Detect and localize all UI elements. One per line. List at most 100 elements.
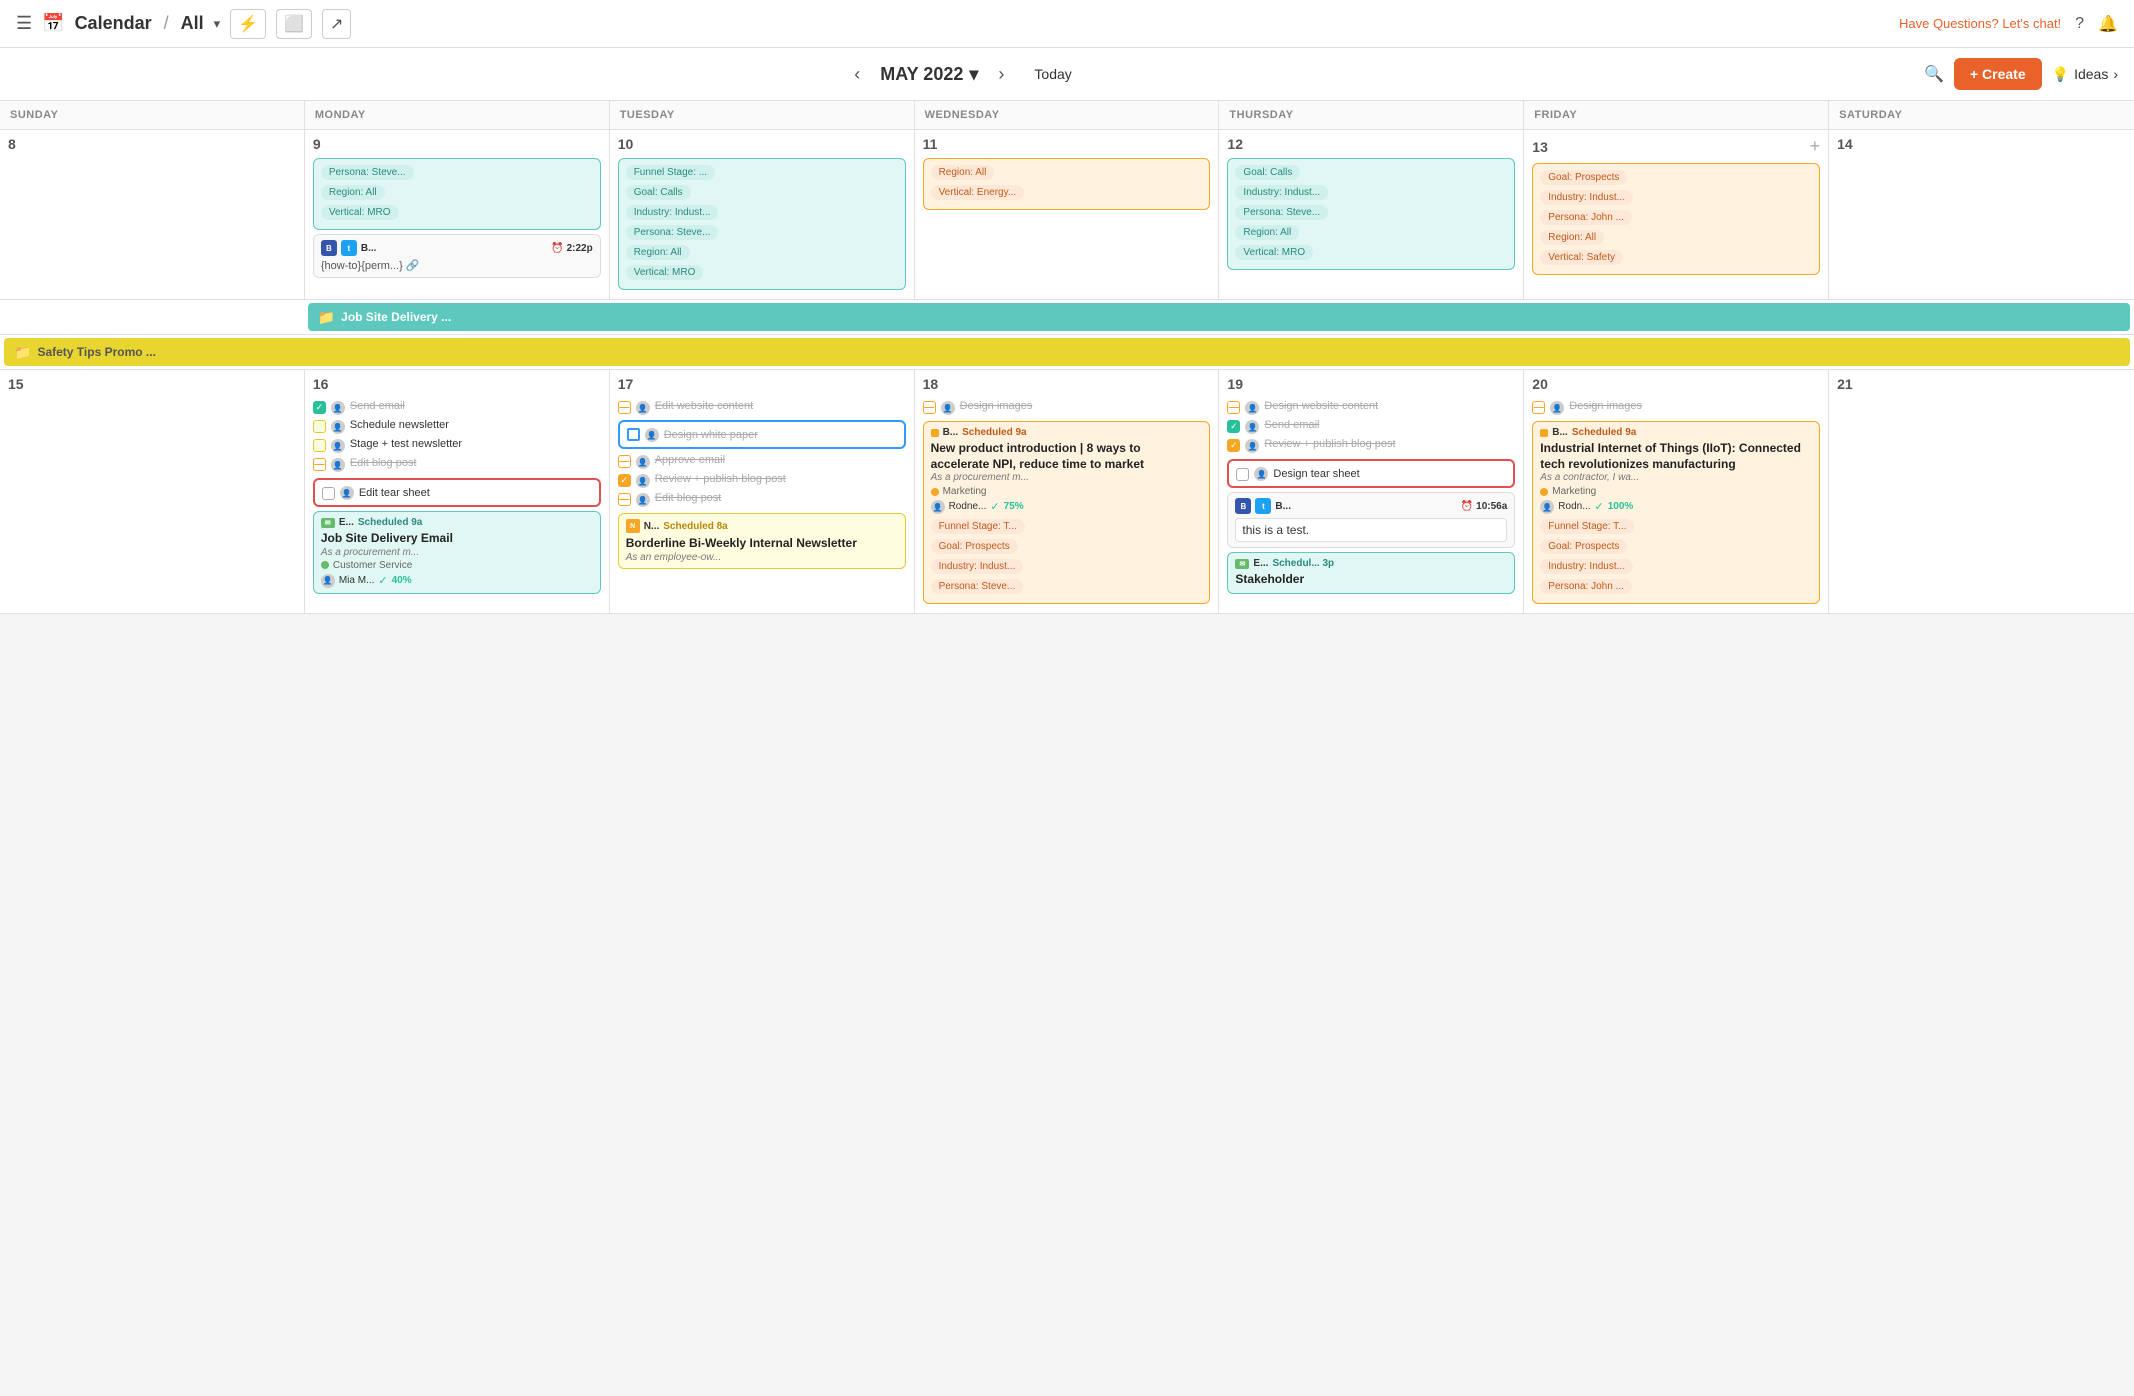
tag-vertical: Vertical: MRO bbox=[321, 205, 399, 220]
task-review-publish-1[interactable]: ✓ 👤 Review + publish blog post bbox=[618, 471, 906, 490]
day-19: 19 — 👤 Design website content ✓ 👤 Send e… bbox=[1219, 370, 1524, 613]
tag-region: Region: All bbox=[321, 185, 385, 200]
avatar-4: 👤 bbox=[636, 474, 650, 488]
task-review-publish-thu[interactable]: ✓ 👤 Review + publish blog post bbox=[1227, 436, 1515, 455]
design-white-paper-card[interactable]: 👤 Design white paper bbox=[618, 420, 906, 449]
checkbox-minus-mon[interactable]: — bbox=[313, 458, 326, 471]
mon-tag-card[interactable]: Persona: Steve... Region: All Vertical: … bbox=[313, 158, 601, 230]
task-schedule-newsletter[interactable]: 👤 Schedule newsletter bbox=[313, 417, 601, 436]
task-approve-email[interactable]: — 👤 Approve email bbox=[618, 452, 906, 471]
checkbox-minus-2[interactable]: — bbox=[618, 455, 631, 468]
cal-toolbar-center: ‹ MAY 2022 ▾ › Today bbox=[16, 62, 1912, 87]
day-11: 11 Region: All Vertical: Energy... bbox=[915, 130, 1220, 299]
checkbox-minus-1[interactable]: — bbox=[618, 401, 631, 414]
checkbox-orange-thu[interactable]: ✓ bbox=[1227, 439, 1240, 452]
tag-goal: Goal: Prospects bbox=[1540, 170, 1627, 185]
task-edit-website[interactable]: — 👤 Edit website content bbox=[618, 398, 906, 417]
header-saturday: SATURDAY bbox=[1829, 101, 2134, 129]
checkbox-minus-thu-1[interactable]: — bbox=[1227, 401, 1240, 414]
tag-persona: Persona: Steve... bbox=[1235, 205, 1328, 220]
avatar-schedule: 👤 bbox=[331, 420, 345, 434]
job-site-delivery-banner[interactable]: 📁 Job Site Delivery ... bbox=[308, 303, 2130, 331]
thu-blog-card[interactable]: B t B... ⏰ 10:56a this is a test. bbox=[1227, 492, 1515, 548]
month-title[interactable]: MAY 2022 ▾ bbox=[880, 64, 978, 85]
tag-persona: Persona: Steve... bbox=[321, 165, 414, 180]
add-event-friday-icon[interactable]: + bbox=[1810, 136, 1821, 157]
checkbox-design-tear[interactable] bbox=[1236, 468, 1249, 481]
share-button[interactable]: ↗ bbox=[322, 9, 351, 39]
hamburger-icon[interactable]: ☰ bbox=[16, 13, 32, 34]
wed-tag-card[interactable]: Region: All Vertical: Energy... bbox=[923, 158, 1211, 210]
nav-view[interactable]: All bbox=[181, 13, 204, 34]
have-questions-link[interactable]: Have Questions? Let's chat! bbox=[1899, 16, 2061, 31]
thu-email-event[interactable]: ✉ E... Schedul... 3p Stakeholder bbox=[1227, 552, 1515, 594]
blog-b-icon-thu: B bbox=[1235, 498, 1251, 514]
search-button[interactable]: 🔍 bbox=[1924, 64, 1944, 84]
design-tear-sheet-card[interactable]: 👤 Design tear sheet bbox=[1227, 459, 1515, 488]
task-edit-blog-tue[interactable]: — 👤 Edit blog post bbox=[618, 490, 906, 509]
monitor-button[interactable]: ⬜ bbox=[276, 9, 312, 39]
avatar-2: 👤 bbox=[645, 428, 659, 442]
task-design-website-thu[interactable]: — 👤 Design website content bbox=[1227, 398, 1515, 417]
avatar-send-email: 👤 bbox=[331, 401, 345, 415]
checkbox-minus-wed[interactable]: — bbox=[923, 401, 936, 414]
avatar-stage: 👤 bbox=[331, 439, 345, 453]
task-design-images-fri[interactable]: — 👤 Design images bbox=[1532, 398, 1820, 417]
chevron-down-icon[interactable]: ▾ bbox=[214, 16, 221, 32]
avatar-5: 👤 bbox=[636, 493, 650, 507]
checkbox-minus-3[interactable]: — bbox=[618, 493, 631, 506]
tue-tag-card[interactable]: Funnel Stage: ... Goal: Calls Industry: … bbox=[618, 158, 906, 290]
dot-marketing-wed bbox=[931, 488, 939, 496]
task-send-email[interactable]: ✓ 👤 Send email bbox=[313, 398, 601, 417]
span-row-1: 📁 Job Site Delivery ... bbox=[0, 300, 2134, 335]
rss-icon bbox=[931, 429, 939, 437]
task-design-images-wed[interactable]: — 👤 Design images bbox=[923, 398, 1211, 417]
task-send-email-thu[interactable]: ✓ 👤 Send email bbox=[1227, 417, 1515, 436]
thu-tag-card[interactable]: Goal: Calls Industry: Indust... Persona:… bbox=[1227, 158, 1515, 270]
dot-marketing-fri bbox=[1540, 488, 1548, 496]
prev-month-button[interactable]: ‹ bbox=[846, 62, 868, 87]
today-button[interactable]: Today bbox=[1024, 62, 1081, 86]
wed-blog-event[interactable]: B... Scheduled 9a New product introducti… bbox=[923, 421, 1211, 604]
avatar-blog: 👤 bbox=[331, 458, 345, 472]
header-friday: FRIDAY bbox=[1524, 101, 1829, 129]
news-icon: N bbox=[626, 519, 640, 533]
checkbox-tear-sheet[interactable] bbox=[322, 487, 335, 500]
calendar-icon: 📅 bbox=[42, 13, 64, 34]
header-sunday: SUNDAY bbox=[0, 101, 305, 129]
next-month-button[interactable]: › bbox=[990, 62, 1012, 87]
edit-tear-sheet-card[interactable]: 👤 Edit tear sheet bbox=[313, 478, 601, 507]
fri-blog-event[interactable]: B... Scheduled 9a Industrial Internet of… bbox=[1532, 421, 1820, 604]
help-icon[interactable]: ? bbox=[2075, 15, 2084, 33]
newsletter-event[interactable]: N N... Scheduled 8a Borderline Bi-Weekly… bbox=[618, 513, 906, 569]
app-title: Calendar bbox=[75, 13, 152, 34]
filter-button[interactable]: ⚡ bbox=[230, 9, 266, 39]
blog-b-icon: B bbox=[321, 240, 337, 256]
ideas-button[interactable]: 💡 Ideas › bbox=[2052, 66, 2118, 83]
checkbox-done[interactable]: ✓ bbox=[313, 401, 326, 414]
checkbox-done-thu[interactable]: ✓ bbox=[1227, 420, 1240, 433]
week-row-2: 15 16 ✓ 👤 Send email 👤 Schedule newslett… bbox=[0, 370, 2134, 614]
day-14: 14 bbox=[1829, 130, 2134, 299]
checkbox-yellow-1[interactable] bbox=[313, 420, 326, 433]
cal-toolbar: ‹ MAY 2022 ▾ › Today 🔍 + Create 💡 Ideas … bbox=[0, 48, 2134, 101]
mon-email-event[interactable]: ✉ E... Scheduled 9a Job Site Delivery Em… bbox=[313, 511, 601, 594]
edit-tear-sheet-label: Edit tear sheet bbox=[359, 487, 430, 499]
fri-tag-card[interactable]: Goal: Prospects Industry: Indust... Pers… bbox=[1532, 163, 1820, 275]
month-chevron-icon: ▾ bbox=[969, 64, 978, 85]
task-edit-blog-mon[interactable]: — 👤 Edit blog post bbox=[313, 455, 601, 474]
mon-blog-card[interactable]: B t B... ⏰ 2:22p {how-to}{perm...} 🔗 bbox=[313, 234, 601, 278]
tag-vertical: Vertical: MRO bbox=[1235, 245, 1313, 260]
checkbox-minus-fri[interactable]: — bbox=[1532, 401, 1545, 414]
checkbox-yellow-2[interactable] bbox=[313, 439, 326, 452]
checkbox-done-orange[interactable]: ✓ bbox=[618, 474, 631, 487]
task-stage-test[interactable]: 👤 Stage + test newsletter bbox=[313, 436, 601, 455]
create-button[interactable]: + Create bbox=[1954, 58, 2042, 90]
day-17: 17 — 👤 Edit website content 👤 Design whi… bbox=[610, 370, 915, 613]
cal-toolbar-right: 🔍 + Create 💡 Ideas › bbox=[1924, 58, 2118, 90]
avatar-mia: 👤 bbox=[321, 574, 335, 588]
safety-tips-banner[interactable]: 📁 Safety Tips Promo ... bbox=[4, 338, 2130, 366]
bell-icon[interactable]: 🔔 bbox=[2098, 14, 2118, 34]
checkbox-blue-outline[interactable] bbox=[627, 428, 640, 441]
tag-vertical: Vertical: Safety bbox=[1540, 250, 1623, 265]
